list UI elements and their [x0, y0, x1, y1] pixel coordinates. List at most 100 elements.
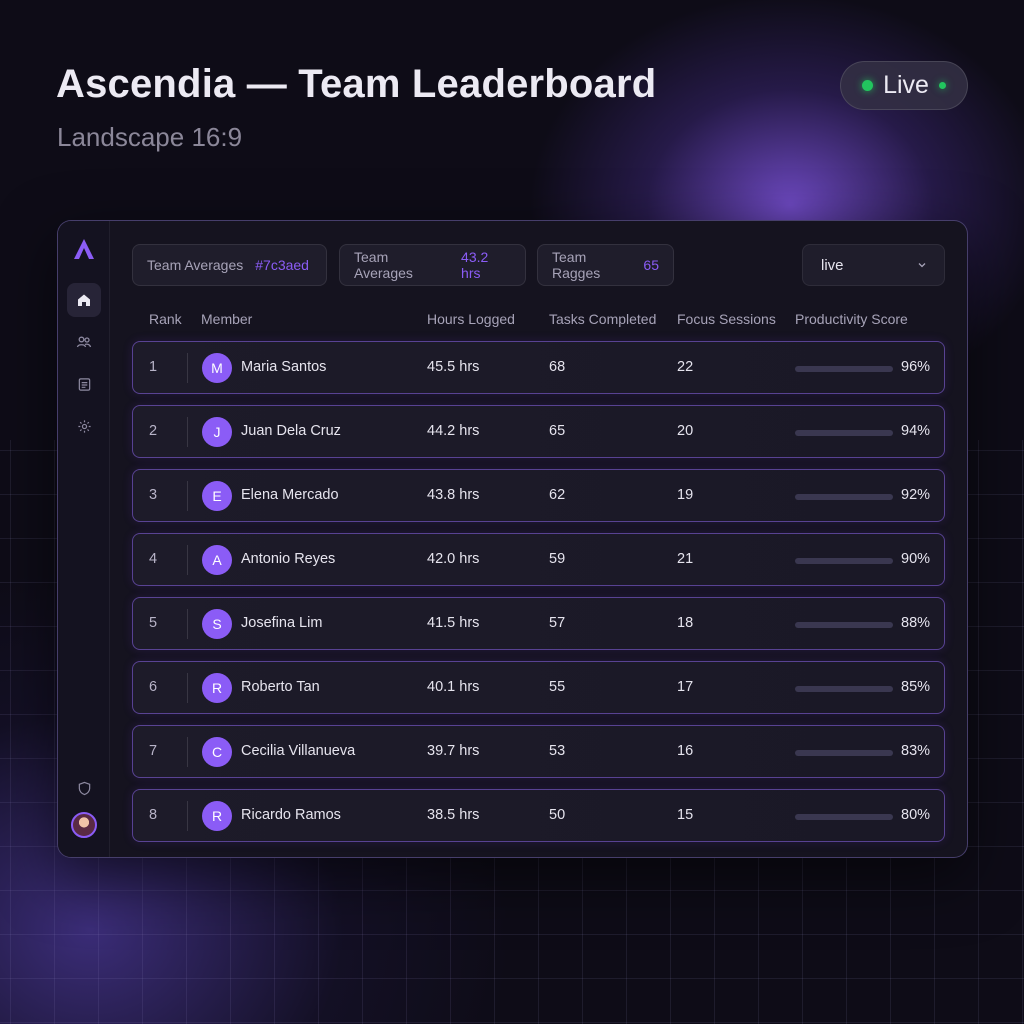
row-divider: [187, 609, 188, 639]
table-row[interactable]: 8 R Ricardo Ramos 38.5 hrs 50 15 80%: [132, 789, 945, 842]
member-name: Roberto Tan: [241, 679, 320, 695]
chip-value: 43.2 hrs: [461, 249, 489, 281]
focus-cell: 20: [677, 423, 694, 439]
hours-cell: 44.2 hrs: [427, 423, 480, 439]
sidebar-item-reports[interactable]: [67, 367, 101, 401]
hours-cell: 42.0 hrs: [427, 551, 480, 567]
productivity-bar: [795, 494, 893, 500]
chip-label: Team Averages: [354, 249, 413, 281]
live-status-badge[interactable]: Live: [840, 61, 968, 110]
member-avatar: R: [202, 673, 232, 703]
chevron-down-icon: [918, 263, 926, 268]
column-header-productivity[interactable]: Productivity Score: [795, 311, 908, 327]
score-cell: 88%: [901, 615, 931, 631]
member-avatar: C: [202, 737, 232, 767]
column-header-focus[interactable]: Focus Sessions: [677, 311, 776, 327]
member-name: Antonio Reyes: [241, 551, 336, 567]
table-row[interactable]: 6 R Roberto Tan 40.1 hrs 55 17 85%: [132, 661, 945, 714]
member-avatar: R: [202, 801, 232, 831]
table-row[interactable]: 5 S Josefina Lim 41.5 hrs 57 18 88%: [132, 597, 945, 650]
tasks-cell: 50: [549, 807, 566, 823]
team-icon: [76, 336, 92, 348]
column-header-rank[interactable]: Rank: [149, 311, 182, 327]
score-cell: 90%: [901, 551, 931, 567]
productivity-bar: [795, 622, 893, 628]
chip-value: 65: [643, 257, 659, 273]
column-header-member[interactable]: Member: [201, 311, 252, 327]
hours-cell: 39.7 hrs: [427, 743, 480, 759]
score-cell: 80%: [901, 807, 931, 823]
column-header-hours[interactable]: Hours Logged: [427, 311, 515, 327]
score-cell: 85%: [901, 679, 931, 695]
focus-cell: 16: [677, 743, 694, 759]
focus-cell: 21: [677, 551, 694, 567]
productivity-bar: [795, 814, 893, 820]
shield-icon: [78, 781, 90, 795]
leaderboard-panel: Team Averages #7c3aed Team Averages 43.2…: [57, 220, 968, 858]
table-row[interactable]: 1 M Maria Santos 45.5 hrs 68 22 96%: [132, 341, 945, 394]
row-divider: [187, 673, 188, 703]
rank-cell: 1: [149, 359, 158, 375]
ascendia-logo-icon: [74, 239, 94, 259]
hours-cell: 43.8 hrs: [427, 487, 480, 503]
hours-cell: 45.5 hrs: [427, 359, 480, 375]
member-name: Cecilia Villanueva: [241, 743, 356, 759]
chip-value: #7c3aed: [255, 257, 309, 273]
score-cell: 83%: [901, 743, 931, 759]
team-averages-hours-chip[interactable]: Team Averages 43.2 hrs: [339, 244, 526, 286]
live-label: Live: [883, 71, 929, 99]
score-cell: 94%: [901, 423, 931, 439]
rank-cell: 3: [149, 487, 158, 503]
member-avatar: S: [202, 609, 232, 639]
user-avatar[interactable]: [71, 812, 97, 838]
productivity-bar: [795, 558, 893, 564]
tasks-cell: 55: [549, 679, 566, 695]
sidebar-item-settings[interactable]: [67, 409, 101, 443]
member-name: Elena Mercado: [241, 487, 339, 503]
home-icon: [78, 294, 90, 306]
document-icon: [78, 377, 90, 391]
live-dot-icon: [862, 80, 874, 91]
score-cell: 92%: [901, 487, 931, 503]
hours-cell: 41.5 hrs: [427, 615, 480, 631]
member-name: Ricardo Ramos: [241, 807, 341, 823]
sidebar-item-team[interactable]: [67, 325, 101, 359]
page-subtitle: Landscape 16:9: [57, 122, 243, 152]
table-row[interactable]: 3 E Elena Mercado 43.8 hrs 62 19 92%: [132, 469, 945, 522]
tasks-cell: 59: [549, 551, 566, 567]
live-indicator-icon: [938, 82, 946, 89]
score-cell: 96%: [901, 359, 931, 375]
table-row[interactable]: 4 A Antonio Reyes 42.0 hrs 59 21 90%: [132, 533, 945, 586]
row-divider: [187, 417, 188, 447]
row-divider: [187, 353, 188, 383]
row-divider: [187, 737, 188, 767]
rank-cell: 8: [149, 807, 158, 823]
focus-cell: 19: [677, 487, 694, 503]
column-header-tasks[interactable]: Tasks Completed: [549, 311, 656, 327]
rank-cell: 7: [149, 743, 158, 759]
sidebar-item-home[interactable]: [67, 283, 101, 317]
productivity-bar: [795, 686, 893, 692]
tasks-cell: 57: [549, 615, 566, 631]
hours-cell: 38.5 hrs: [427, 807, 480, 823]
page-title: Ascendia — Team Leaderboard: [56, 62, 657, 106]
member-avatar: M: [202, 353, 232, 383]
row-divider: [187, 801, 188, 831]
table-row[interactable]: 7 C Cecilia Villanueva 39.7 hrs 53 16 83%: [132, 725, 945, 778]
hours-cell: 40.1 hrs: [427, 679, 480, 695]
table-row[interactable]: 2 J Juan Dela Cruz 44.2 hrs 65 20 94%: [132, 405, 945, 458]
member-name: Josefina Lim: [241, 615, 323, 631]
sidebar-item-security[interactable]: [67, 771, 101, 805]
chip-label: Team Averages: [147, 257, 244, 273]
member-avatar: A: [202, 545, 232, 575]
member-name: Juan Dela Cruz: [241, 423, 341, 439]
team-averages-color-chip[interactable]: Team Averages #7c3aed: [132, 244, 327, 286]
settings-icon: [77, 419, 91, 433]
team-ragges-chip[interactable]: Team Ragges 65: [537, 244, 674, 286]
focus-cell: 22: [677, 359, 694, 375]
rank-cell: 4: [149, 551, 158, 567]
status-filter-select[interactable]: live: [802, 244, 945, 286]
member-name: Maria Santos: [241, 359, 327, 375]
row-divider: [187, 481, 188, 511]
rank-cell: 6: [149, 679, 158, 695]
